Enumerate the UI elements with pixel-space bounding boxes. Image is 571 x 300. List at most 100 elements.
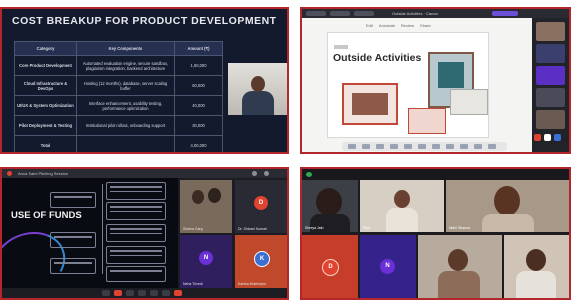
page-thumbnail[interactable]	[488, 144, 496, 149]
amount-cell: 4,00,000	[174, 135, 223, 152]
presenter-video-tile[interactable]	[228, 63, 287, 115]
fund-item-box	[106, 246, 166, 264]
avatar: N	[380, 259, 395, 274]
settings-icon[interactable]	[252, 171, 257, 176]
browser-tab-bar: Outside Activities · Canva	[302, 9, 569, 18]
fund-item-box	[106, 182, 166, 200]
camera-icon[interactable]	[114, 290, 122, 296]
category-cell: Core Product Development	[14, 55, 77, 76]
participant-name: Shreya Jain	[305, 226, 324, 230]
participant-video-tile[interactable]: D Dr. Shivani Kumari	[235, 180, 287, 233]
activity-image[interactable]	[342, 83, 398, 125]
share-icon[interactable]	[554, 134, 561, 141]
avatar: K	[254, 251, 270, 267]
table-total-row: Total 4,00,000	[14, 135, 223, 152]
participants-icon[interactable]	[162, 290, 170, 296]
page-thumbnail[interactable]	[446, 144, 454, 149]
components-cell: Interface enhancement, usability testing…	[76, 95, 175, 116]
board-page[interactable]: Outside Activities	[327, 32, 489, 138]
presenter-head	[251, 76, 265, 92]
activity-image[interactable]	[450, 89, 488, 115]
participant-body	[516, 271, 556, 298]
fund-item-box	[106, 266, 166, 282]
participant-video-tile[interactable]: Nidhi Sharma	[446, 180, 569, 232]
more-icon[interactable]	[264, 171, 269, 176]
leave-icon[interactable]	[174, 290, 182, 296]
page-thumbnail[interactable]	[474, 144, 482, 149]
browser-tab[interactable]	[354, 11, 374, 16]
page-thumbnail[interactable]	[376, 144, 384, 149]
mic-icon[interactable]	[102, 290, 110, 296]
slide-title: USE OF FUNDS	[11, 210, 82, 221]
participant-video-tile[interactable]	[504, 235, 569, 298]
toolbar-share[interactable]: Share	[420, 22, 431, 30]
participant-name: Neha Trivedi	[183, 282, 203, 286]
column-header: Amount (₹)	[174, 41, 223, 56]
components-cell	[76, 135, 175, 152]
use-of-funds-panel: Anna Saini Pitching Session USE OF FUNDS…	[0, 167, 289, 300]
page-tag	[334, 45, 348, 49]
browser-tab[interactable]	[330, 11, 350, 16]
mic-icon[interactable]	[544, 134, 551, 141]
share-icon[interactable]	[126, 290, 134, 296]
participant-video-tile[interactable]: N Neha Trivedi	[180, 235, 232, 288]
components-cell: Hosting (12 months), database, server sc…	[76, 75, 175, 96]
table-row: Cloud Infrastructure & DevOps Hosting (1…	[14, 75, 223, 96]
page-thumbnail[interactable]	[432, 144, 440, 149]
page-thumbnail[interactable]	[348, 144, 356, 149]
chat-icon[interactable]	[150, 290, 158, 296]
image-content	[438, 62, 464, 88]
participant-video-tile[interactable]: N	[360, 235, 416, 298]
slide-title: COST BREAKUP FOR PRODUCT DEVELOPMENT	[12, 15, 277, 27]
participant-tile[interactable]	[536, 66, 565, 85]
table-row: UI/UX & System Optimization Interface en…	[14, 95, 223, 116]
participant-video-tile[interactable]: Shreya Jain	[302, 180, 358, 232]
page-thumbnail[interactable]	[404, 144, 412, 149]
whiteboard-canvas[interactable]: Edit Annotate Review Share Outside Activ…	[302, 18, 532, 152]
reactions-icon[interactable]	[138, 290, 146, 296]
participant-sidebar	[532, 18, 569, 152]
participant-video-tile[interactable]: Riya	[360, 180, 444, 232]
cost-breakup-slide-panel: COST BREAKUP FOR PRODUCT DEVELOPMENT Cat…	[0, 7, 289, 154]
active-tab-title[interactable]: Outside Activities · Canva	[392, 10, 438, 17]
participant-tile[interactable]	[536, 88, 565, 107]
participant-name: Shaina Garg	[183, 227, 203, 231]
board-title: Outside Activities	[333, 52, 422, 64]
page-thumbnail[interactable]	[460, 144, 468, 149]
activity-image[interactable]	[408, 108, 446, 134]
participant-tile[interactable]	[536, 44, 565, 63]
browser-tab[interactable]	[306, 11, 326, 16]
participant-video-tile[interactable]: Shaina Garg	[180, 180, 232, 233]
participant-video-tile[interactable]: K Kanika Mukherjee	[235, 235, 287, 288]
column-header: Key Components	[76, 41, 175, 56]
page-thumbnail[interactable]	[390, 144, 398, 149]
participant-name: Riya	[363, 226, 371, 230]
toolbar-review[interactable]: Review	[401, 22, 414, 30]
participant-face	[316, 188, 342, 216]
toolbar-edit[interactable]: Edit	[366, 22, 373, 30]
participant-video-tile[interactable]: D	[302, 235, 358, 298]
leave-icon[interactable]	[534, 134, 541, 141]
participant-tile[interactable]	[536, 110, 565, 129]
participant-video-tile[interactable]	[418, 235, 502, 298]
meeting-top-bar	[302, 169, 569, 180]
page-thumbnail[interactable]	[362, 144, 370, 149]
record-icon	[7, 171, 12, 176]
security-icon[interactable]	[306, 172, 312, 177]
participant-grid: Shaina Garg D Dr. Shivani Kumari N Neha …	[180, 180, 287, 288]
avatar: D	[254, 196, 268, 210]
toolbar-annotate[interactable]: Annotate	[379, 22, 395, 30]
browser-tab[interactable]	[492, 11, 518, 16]
participant-tile[interactable]	[536, 22, 565, 41]
participant-face	[494, 186, 520, 216]
participant-name: Kanika Mukherjee	[238, 282, 267, 286]
page-thumbnail[interactable]	[418, 144, 426, 149]
connector-line	[102, 184, 103, 274]
image-content	[352, 93, 388, 115]
fund-item-box	[50, 192, 96, 208]
window-title: Anna Saini Pitching Session	[18, 171, 69, 176]
participant-body	[482, 214, 534, 232]
avatar: N	[199, 251, 213, 265]
page-thumbnail-strip	[342, 142, 507, 151]
table-row: Pilot Deployment & Testing Institutional…	[14, 115, 223, 136]
